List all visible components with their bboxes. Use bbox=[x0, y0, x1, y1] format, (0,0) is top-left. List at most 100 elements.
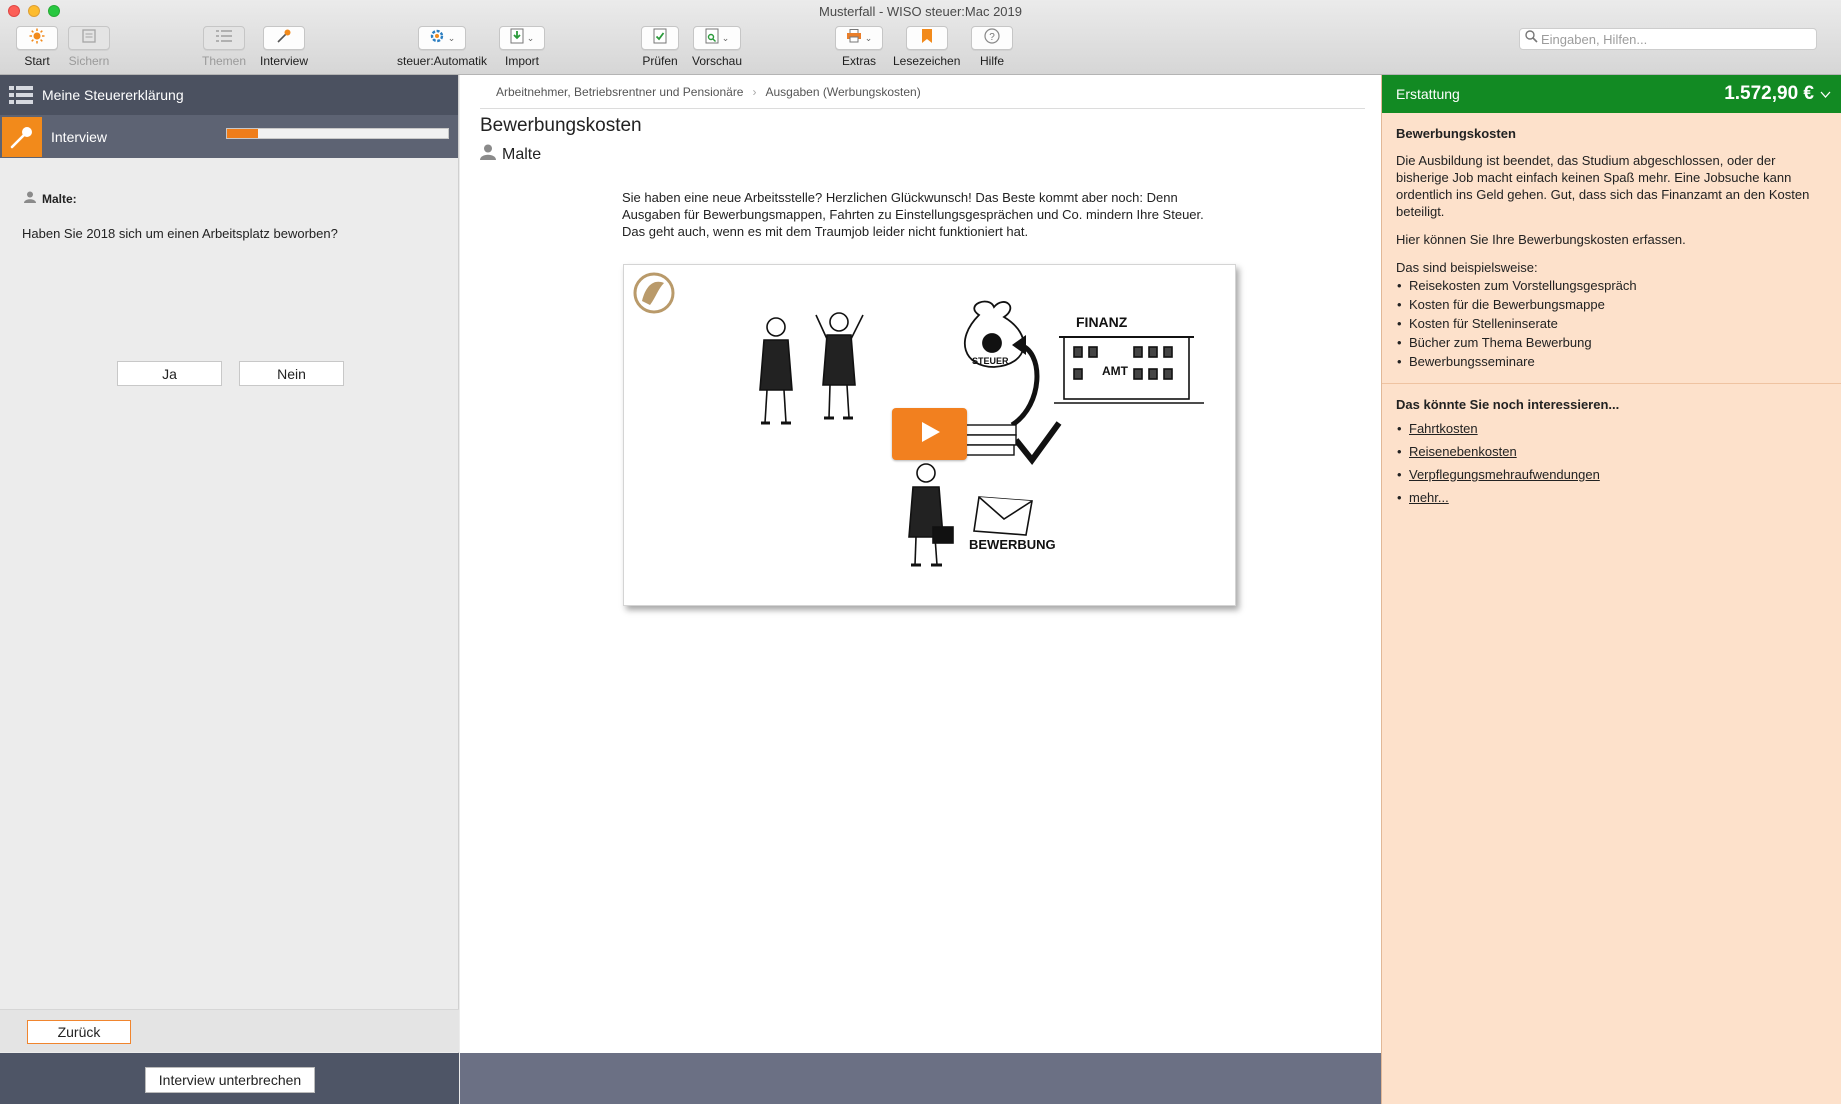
toolbar-interview[interactable]: Interview bbox=[260, 26, 308, 68]
toolbar-themen[interactable]: Themen bbox=[202, 26, 246, 68]
toolbar-sichern-label: Sichern bbox=[68, 54, 110, 68]
chevron-down-icon: ⌄ bbox=[526, 32, 535, 43]
chevron-down-icon: ⌄ bbox=[721, 32, 730, 43]
video-player[interactable]: STEUER FINANZ AMT BEWERBUNG bbox=[623, 264, 1236, 606]
amt-label: AMT bbox=[1102, 364, 1129, 378]
no-button[interactable]: Nein bbox=[239, 361, 344, 386]
list-item: Kosten für Stelleninserate bbox=[1396, 314, 1827, 333]
chevron-right-icon: › bbox=[752, 85, 757, 99]
help-section: Bewerbungskosten Die Ausbildung ist been… bbox=[1382, 113, 1841, 381]
save-icon bbox=[81, 28, 97, 49]
toolbar-start[interactable]: Start bbox=[16, 26, 58, 68]
breadcrumb-item[interactable]: Arbeitnehmer, Betriebsrentner und Pensio… bbox=[496, 85, 743, 99]
toolbar-extras-label: Extras bbox=[841, 54, 876, 68]
person-line: Malte: bbox=[24, 191, 77, 206]
chevron-down-icon: ⌄ bbox=[447, 32, 456, 43]
toolbar-pruefen-label: Prüfen bbox=[642, 54, 678, 68]
building-label: FINANZ bbox=[1076, 314, 1128, 330]
toolbar-lesezeichen[interactable]: Lesezeichen bbox=[893, 26, 960, 68]
main-content: Arbeitnehmer, Betriebsrentner und Pensio… bbox=[460, 75, 1381, 1104]
link-reisenebenkosten[interactable]: Reisenebenkosten bbox=[1409, 444, 1517, 459]
toolbar-hilfe-label: Hilfe bbox=[979, 54, 1004, 68]
window-toolbar: Musterfall - WISO steuer:Mac 2019 Start … bbox=[0, 0, 1841, 75]
import-icon bbox=[510, 28, 524, 49]
related-title: Das könnte Sie noch interessieren... bbox=[1396, 397, 1620, 412]
refund-amount-value: 1.572,90 € bbox=[1724, 83, 1814, 104]
nav-interview[interactable]: Interview bbox=[0, 115, 458, 158]
refund-bar[interactable]: Erstattung 1.572,90 € bbox=[1382, 75, 1841, 113]
sidebar-footer: Interview unterbrechen bbox=[0, 1053, 459, 1104]
play-icon bbox=[918, 420, 942, 449]
search-icon bbox=[1525, 30, 1538, 48]
toolbar-import-label: Import bbox=[504, 54, 539, 68]
interview-progress-bar bbox=[226, 128, 449, 139]
breadcrumb-divider bbox=[480, 108, 1365, 109]
gear-icon bbox=[429, 28, 445, 49]
nav-header-label: Meine Steuererklärung bbox=[42, 87, 184, 103]
list-menu-icon[interactable] bbox=[0, 86, 42, 104]
check-document-icon bbox=[653, 28, 667, 49]
link-fahrtkosten[interactable]: Fahrtkosten bbox=[1409, 421, 1478, 436]
help-paragraph: Hier können Sie Ihre Bewerbungskosten er… bbox=[1396, 232, 1686, 247]
toolbar-automatik[interactable]: ⌄ steuer:Automatik bbox=[397, 26, 487, 68]
toolbar-sichern[interactable]: Sichern bbox=[68, 26, 110, 68]
toolbar-themen-label: Themen bbox=[202, 54, 247, 68]
main-footer bbox=[460, 1053, 1381, 1104]
help-icon: ? bbox=[984, 27, 1000, 49]
man-briefcase-figure bbox=[908, 463, 954, 567]
help-title: Bewerbungskosten bbox=[1396, 126, 1516, 141]
preview-icon bbox=[705, 28, 719, 49]
person-icon bbox=[480, 144, 496, 165]
interview-sidebar: Meine Steuererklärung Interview Malte: H… bbox=[0, 75, 459, 1104]
link-mehr[interactable]: mehr... bbox=[1409, 490, 1449, 505]
page-person: Malte bbox=[480, 144, 541, 165]
finance-office-figure bbox=[1054, 336, 1204, 404]
yes-button[interactable]: Ja bbox=[117, 361, 222, 386]
search-input[interactable] bbox=[1541, 31, 1801, 47]
list-icon bbox=[216, 29, 233, 48]
person-name: Malte: bbox=[42, 191, 77, 206]
bag-label: STEUER bbox=[972, 356, 1009, 366]
help-paragraph: Die Ausbildung ist beendet, das Studium … bbox=[1396, 153, 1810, 219]
svg-text:?: ? bbox=[989, 32, 995, 43]
progress-fill bbox=[227, 129, 258, 138]
breadcrumb-item[interactable]: Ausgaben (Werbungskosten) bbox=[765, 85, 920, 99]
nav-interview-label: Interview bbox=[51, 128, 108, 145]
link-verpflegungsmehraufwendungen[interactable]: Verpflegungsmehraufwendungen bbox=[1409, 467, 1600, 482]
list-item: Reisekosten zum Vorstellungsgespräch bbox=[1396, 276, 1827, 295]
interrupt-interview-button[interactable]: Interview unterbrechen bbox=[145, 1067, 315, 1093]
toolbar-vorschau[interactable]: ⌄ Vorschau bbox=[692, 26, 742, 68]
page-title: Bewerbungskosten bbox=[480, 115, 642, 136]
chevron-down-icon bbox=[1820, 83, 1831, 105]
intro-text: Sie haben eine neue Arbeitsstelle? Herzl… bbox=[622, 190, 1204, 239]
toolbar-start-label: Start bbox=[24, 54, 50, 68]
chevron-down-icon: ⌄ bbox=[864, 32, 873, 43]
list-item: Bücher zum Thema Bewerbung bbox=[1396, 333, 1827, 352]
back-strip: Zurück bbox=[0, 1009, 459, 1052]
toolbar-import[interactable]: ⌄ Import bbox=[499, 26, 545, 68]
related-links: Fahrtkosten Reisenebenkosten Verpflegung… bbox=[1396, 417, 1827, 509]
man-cheering-figure bbox=[815, 312, 864, 420]
sun-icon bbox=[29, 28, 45, 49]
play-button[interactable] bbox=[892, 408, 967, 460]
toolbar-hilfe[interactable]: ? Hilfe bbox=[971, 26, 1013, 68]
eagle-logo-icon bbox=[633, 272, 675, 314]
person-icon bbox=[24, 191, 36, 206]
toolbar-pruefen[interactable]: Prüfen bbox=[641, 26, 679, 68]
check-figure bbox=[1013, 421, 1062, 465]
microphone-icon bbox=[2, 116, 42, 157]
bookmark-icon bbox=[921, 28, 932, 48]
back-button[interactable]: Zurück bbox=[27, 1020, 131, 1044]
window-title: Musterfall - WISO steuer:Mac 2019 bbox=[818, 4, 1022, 19]
printer-icon bbox=[846, 28, 862, 48]
search-field[interactable] bbox=[1519, 28, 1817, 50]
toolbar-interview-label: Interview bbox=[260, 54, 309, 68]
page-person-name: Malte bbox=[502, 145, 542, 163]
breadcrumb: Arbeitnehmer, Betriebsrentner und Pensio… bbox=[496, 85, 921, 99]
toolbar-vorschau-label: Vorschau bbox=[692, 54, 743, 68]
interview-question: Haben Sie 2018 sich um einen Arbeitsplat… bbox=[22, 226, 338, 241]
examples-list: Reisekosten zum Vorstellungsgespräch Kos… bbox=[1396, 276, 1827, 371]
toolbar-extras[interactable]: ⌄ Extras bbox=[835, 26, 883, 68]
nav-header[interactable]: Meine Steuererklärung bbox=[0, 75, 458, 115]
money-stack-figure bbox=[961, 424, 1017, 456]
